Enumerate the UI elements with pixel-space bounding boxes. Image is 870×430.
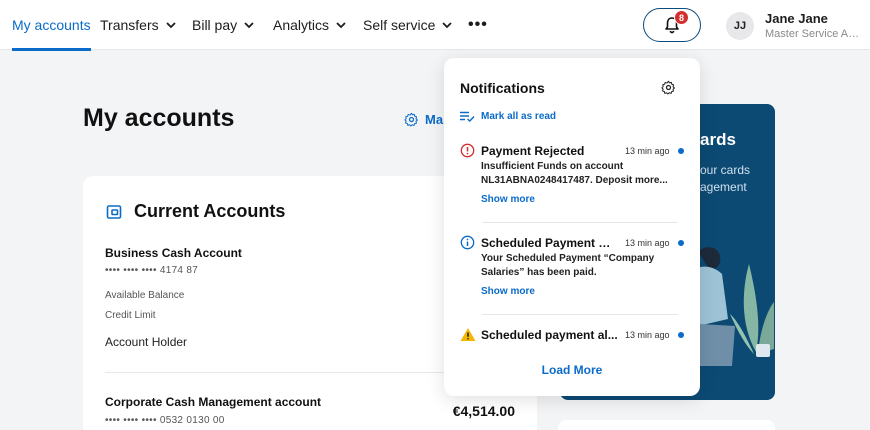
page-title: My accounts xyxy=(83,104,235,132)
chevron-down-icon xyxy=(336,22,346,29)
more-icon: ••• xyxy=(468,16,488,33)
available-balance-label: Available Balance xyxy=(105,290,185,301)
show-more-link[interactable]: Show more xyxy=(481,286,535,297)
promo-title: ards xyxy=(700,130,736,149)
notification-item[interactable]: Payment Rejected 13 min ago Insufficient… xyxy=(460,143,688,213)
info-icon xyxy=(460,235,475,250)
promo-text: our cards agement xyxy=(700,162,750,196)
unread-dot xyxy=(678,240,684,246)
nav-bill-pay-label: Bill pay xyxy=(192,17,238,33)
nav-transfers-label: Transfers xyxy=(100,17,159,33)
unread-dot xyxy=(678,148,684,154)
mark-all-read-label: Mark all as read xyxy=(481,111,557,122)
load-more-button[interactable]: Load More xyxy=(444,363,700,377)
mark-all-read-button[interactable]: Mark all as read xyxy=(460,111,556,122)
notification-title: Scheduled Payment Co... xyxy=(481,236,619,250)
divider xyxy=(482,314,678,315)
notification-title: Payment Rejected xyxy=(481,144,585,158)
notifications-panel: Notifications Mark all as read Payment R… xyxy=(444,58,700,396)
unread-dot xyxy=(678,332,684,338)
nav-analytics-label: Analytics xyxy=(273,17,330,33)
credit-limit-label: Credit Limit xyxy=(105,310,156,321)
notification-time: 13 min ago xyxy=(625,238,670,248)
manage-button[interactable]: Ma xyxy=(404,112,443,127)
notification-body: Your Scheduled Payment “Company Salaries… xyxy=(481,253,655,278)
manage-label: Ma xyxy=(425,112,444,127)
notifications-title: Notifications xyxy=(460,80,545,96)
nav-transfers[interactable]: Transfers xyxy=(100,0,177,50)
avatar[interactable]: JJ xyxy=(726,12,754,40)
notification-title: Scheduled payment al... xyxy=(481,328,618,342)
account-holder-label: Account Holder xyxy=(105,335,188,349)
account-number: •••• •••• •••• 4174 87 xyxy=(105,265,199,276)
account-balance: €4,514.00 xyxy=(452,403,515,419)
account-name[interactable]: Business Cash Account xyxy=(105,246,242,260)
chevron-down-icon xyxy=(244,22,254,29)
promo-line-1: our cards xyxy=(700,163,751,177)
nav-my-accounts-label: My accounts xyxy=(12,17,91,33)
notifications-button[interactable]: 8 xyxy=(643,8,701,42)
user-name[interactable]: Jane Jane xyxy=(765,11,828,26)
account-number: •••• •••• •••• 0532 0130 00 xyxy=(105,415,225,426)
nav-analytics[interactable]: Analytics xyxy=(273,0,347,50)
notification-count-badge: 8 xyxy=(674,10,689,25)
nav-my-accounts[interactable]: My accounts xyxy=(12,0,91,51)
more-menu-button[interactable]: ••• xyxy=(468,0,488,50)
promo-line-2: agement xyxy=(700,180,747,194)
notification-body: Insufficient Funds on account NL31ABNA02… xyxy=(481,161,668,186)
notification-time: 13 min ago xyxy=(625,330,670,340)
warning-icon xyxy=(460,328,476,341)
nav-self-service[interactable]: Self service xyxy=(363,0,453,50)
account-name[interactable]: Corporate Cash Management account xyxy=(105,395,321,409)
user-role: Master Service Agr... xyxy=(765,28,865,40)
wallet-icon xyxy=(106,204,122,219)
card-title: Current Accounts xyxy=(134,201,286,221)
nav-bill-pay[interactable]: Bill pay xyxy=(192,0,255,50)
notification-time: 13 min ago xyxy=(625,146,670,156)
divider xyxy=(482,222,678,223)
chevron-down-icon xyxy=(442,22,452,29)
notification-item[interactable]: Scheduled Payment Co... 13 min ago Your … xyxy=(460,235,688,305)
settings-gear-icon[interactable] xyxy=(661,80,676,95)
show-more-link[interactable]: Show more xyxy=(481,194,535,205)
notification-item[interactable]: Scheduled payment al... 13 min ago xyxy=(460,327,688,347)
card-header: Current Accounts xyxy=(106,201,285,222)
nav-self-service-label: Self service xyxy=(363,17,436,33)
gear-icon xyxy=(404,112,418,127)
mark-read-icon xyxy=(460,111,475,122)
secondary-card xyxy=(558,420,775,430)
chevron-down-icon xyxy=(165,22,176,29)
error-icon xyxy=(460,143,475,158)
top-navigation: My accounts Transfers Bill pay Analytics… xyxy=(0,0,870,51)
